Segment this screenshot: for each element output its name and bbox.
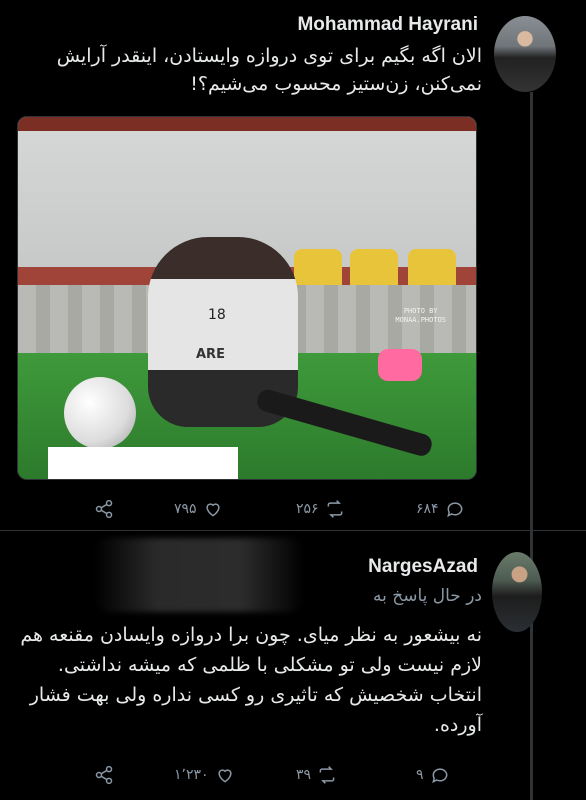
- telegram-tag: TELEGRAM: @TWITE_HUB: [50, 469, 135, 477]
- reply-icon: [431, 768, 447, 784]
- tweet-photo[interactable]: 18 ARE PHOTO BY MONAA.PHOTOS TELEGRAM: @…: [17, 116, 477, 480]
- like-button[interactable]: ۷۹۵: [174, 496, 223, 522]
- watermark-line: PHOTO BY: [403, 307, 438, 315]
- tweet-text: الان اگه بگیم برای توی دروازه وایستادن، …: [56, 45, 482, 95]
- avatar[interactable]: [494, 16, 556, 92]
- author-name[interactable]: Mohammad Hayrani: [297, 14, 478, 36]
- heart-icon: [217, 769, 232, 783]
- avatar[interactable]: [492, 552, 542, 632]
- jersey-number: 18: [208, 307, 226, 323]
- share-button[interactable]: [94, 762, 114, 788]
- like-count: ۷۹۵: [174, 501, 197, 517]
- reply-count: ۶۸۴: [416, 501, 439, 517]
- goalkeeper-glove: [378, 349, 422, 381]
- stadium-seat: [350, 249, 398, 289]
- reply-button[interactable]: ۶۸۴: [416, 496, 465, 522]
- stadium-seat: [294, 249, 342, 289]
- soccer-ball: [64, 377, 136, 449]
- photo-watermark: PHOTO BY MONAA.PHOTOS: [395, 307, 446, 325]
- share-button[interactable]: [94, 496, 114, 522]
- stadium-rail: [18, 117, 476, 131]
- tweet-actions: ۷۹۵ ۲۵۶ ۶۸۴: [94, 496, 484, 522]
- retweet-icon: [327, 500, 342, 518]
- reply-icon: [446, 502, 462, 518]
- like-count: ۱٬۲۳۰: [174, 767, 209, 783]
- tweet-actions: ۱٬۲۳۰ ۳۹ ۹: [94, 762, 484, 788]
- reply-count: ۹: [416, 767, 424, 783]
- retweet-button[interactable]: ۳۹: [296, 762, 337, 788]
- author-name[interactable]: NargesAzad: [368, 556, 478, 578]
- redaction-smudge: [94, 538, 304, 612]
- retweet-count: ۳۹: [296, 767, 312, 783]
- watermark-line: MONAA.PHOTOS: [395, 316, 446, 324]
- share-icon: [95, 499, 113, 519]
- retweet-count: ۲۵۶: [296, 501, 319, 517]
- reply-button[interactable]: ۹: [416, 762, 450, 788]
- like-button[interactable]: ۱٬۲۳۰: [174, 762, 235, 788]
- jersey-brand: ARE: [196, 347, 225, 362]
- share-icon: [95, 765, 113, 785]
- tweet-divider: [0, 530, 586, 531]
- tweet-text: نه بیشعور به نظر میای. چون برا دروازه وا…: [20, 624, 482, 736]
- retweet-button[interactable]: ۲۵۶: [296, 496, 345, 522]
- heart-icon: [205, 503, 220, 517]
- retweet-icon: [319, 766, 335, 784]
- replying-to: در حال پاسخ به: [372, 586, 482, 606]
- thread-line: [530, 92, 533, 800]
- stadium-seat: [408, 249, 456, 289]
